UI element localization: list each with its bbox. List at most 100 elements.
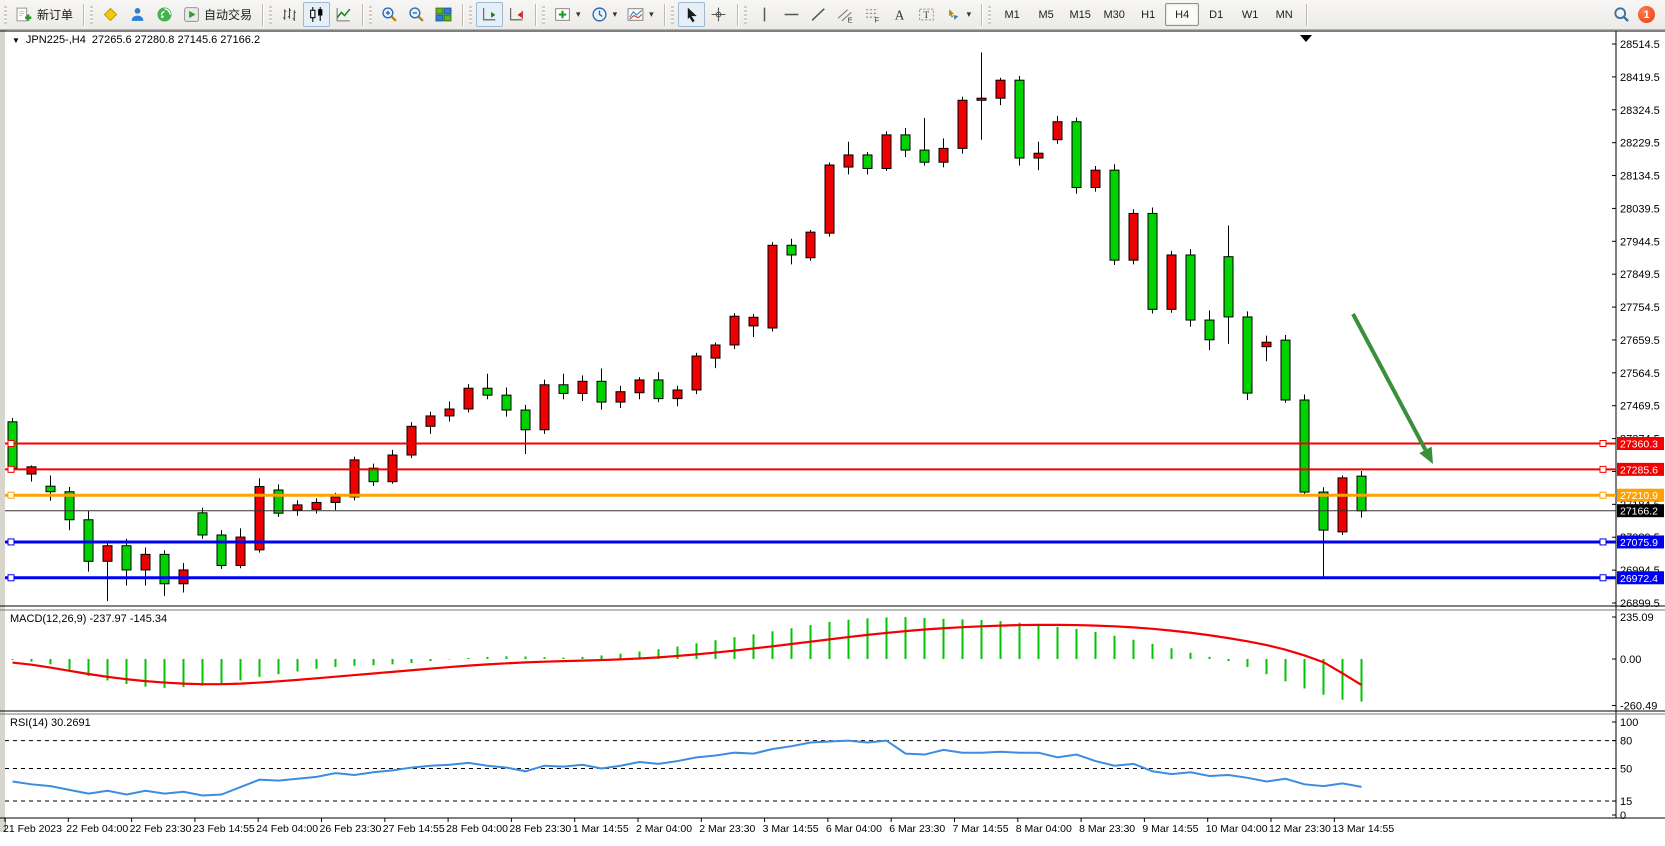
candle[interactable] [1357,476,1366,511]
chevron-down-icon[interactable]: ▾ [576,9,581,20]
toolbar-grip[interactable] [671,6,674,24]
toolbar-grip[interactable] [269,6,272,24]
candle[interactable] [217,535,226,565]
timeframe-m15-button[interactable]: M15 [1063,3,1097,26]
candle[interactable] [844,155,853,167]
line-handle[interactable] [8,466,14,472]
chart-canvas[interactable]: 28514.528419.528324.528229.528134.528039… [0,30,1665,846]
arrows-button[interactable]: ▾ [940,2,977,27]
candle[interactable] [939,148,948,162]
candle[interactable] [882,135,891,169]
templates-button[interactable]: ▾ [622,2,659,27]
bar-chart-mode-button[interactable] [276,2,303,27]
trendline-button[interactable] [805,2,832,27]
candle[interactable] [996,80,1005,98]
tile-windows-button[interactable] [430,2,457,27]
candle[interactable] [863,155,872,168]
candle[interactable] [1262,342,1271,346]
candle[interactable] [1015,80,1024,158]
toolbar-grip[interactable] [90,6,93,24]
line-handle[interactable] [8,539,14,545]
candle[interactable] [559,385,568,394]
candle[interactable] [920,150,929,162]
candle[interactable] [1053,122,1062,140]
candle[interactable] [901,135,910,150]
line-handle[interactable] [1600,539,1606,545]
line-handle[interactable] [8,441,14,447]
toolbar-grip[interactable] [542,6,545,24]
candle[interactable] [426,416,435,426]
candle[interactable] [1300,400,1309,492]
candle[interactable] [502,395,511,410]
candle[interactable] [1224,257,1233,317]
toolbar-grip[interactable] [469,6,472,24]
line-handle[interactable] [1600,466,1606,472]
new-order-button[interactable]: 新订单 [11,2,78,27]
candle[interactable] [597,381,606,402]
toolbar-grip[interactable] [4,6,7,24]
line-handle[interactable] [1600,441,1606,447]
candle[interactable] [312,502,321,509]
timeframe-m5-button[interactable]: M5 [1029,3,1063,26]
timeframe-m1-button[interactable]: M1 [995,3,1029,26]
candle[interactable] [635,380,644,393]
text-button[interactable]: A [886,2,913,27]
line-handle[interactable] [8,492,14,498]
horizontal-line-button[interactable] [778,2,805,27]
candle[interactable] [27,467,36,474]
chevron-down-icon[interactable]: ▾ [613,9,618,20]
candle[interactable] [673,390,682,399]
auto-trading-button[interactable]: 自动交易 [178,2,257,27]
candle[interactable] [521,410,530,430]
crosshair-button[interactable] [705,2,732,27]
line-handle[interactable] [1600,575,1606,581]
candle[interactable] [1243,317,1252,393]
candle[interactable] [350,460,359,497]
search-icon[interactable] [1613,6,1630,23]
zoom-out-button[interactable] [403,2,430,27]
timeframe-h1-button[interactable]: H1 [1131,3,1165,26]
candle[interactable] [958,100,967,148]
chevron-down-icon[interactable]: ▾ [649,9,654,20]
candle[interactable] [445,409,454,416]
zoom-in-button[interactable] [376,2,403,27]
line-chart-mode-button[interactable] [330,2,357,27]
candle[interactable] [122,546,131,570]
candle[interactable] [787,245,796,255]
periods-button[interactable]: ▾ [586,2,623,27]
candle[interactable] [1110,170,1119,260]
candle[interactable] [749,317,758,326]
text-label-button[interactable]: T [913,2,940,27]
candle[interactable] [1167,255,1176,309]
market-profile-button[interactable] [97,2,124,27]
candle[interactable] [1186,255,1195,320]
timeframe-h4-button[interactable]: H4 [1165,3,1199,26]
candle[interactable] [464,388,473,409]
vertical-line-button[interactable] [751,2,778,27]
candle[interactable] [711,345,720,358]
candle[interactable] [274,490,283,513]
candle[interactable] [768,245,777,328]
toolbar-grip[interactable] [988,6,991,24]
candle[interactable] [293,505,302,510]
candle[interactable] [388,455,397,482]
fibonacci-button[interactable]: F [859,2,886,27]
candle[interactable] [1148,213,1157,309]
auto-scroll-button[interactable] [476,2,503,27]
timeframe-mn-button[interactable]: MN [1267,3,1301,26]
equidistant-channel-button[interactable]: E [832,2,859,27]
candle[interactable] [540,385,549,430]
signals-button[interactable] [151,2,178,27]
candle[interactable] [331,497,340,503]
candle[interactable] [1072,122,1081,188]
candle[interactable] [1338,478,1347,532]
indicators-button[interactable]: ▾ [549,2,586,27]
cursor-button[interactable] [678,2,705,27]
chevron-down-icon[interactable]: ▾ [967,9,972,20]
candle[interactable] [1034,153,1043,158]
symbol-dropdown-icon[interactable]: ▼ [12,36,20,45]
line-handle[interactable] [1600,492,1606,498]
chart-shift-button[interactable] [503,2,530,27]
candle[interactable] [198,513,207,535]
candle[interactable] [141,554,150,570]
